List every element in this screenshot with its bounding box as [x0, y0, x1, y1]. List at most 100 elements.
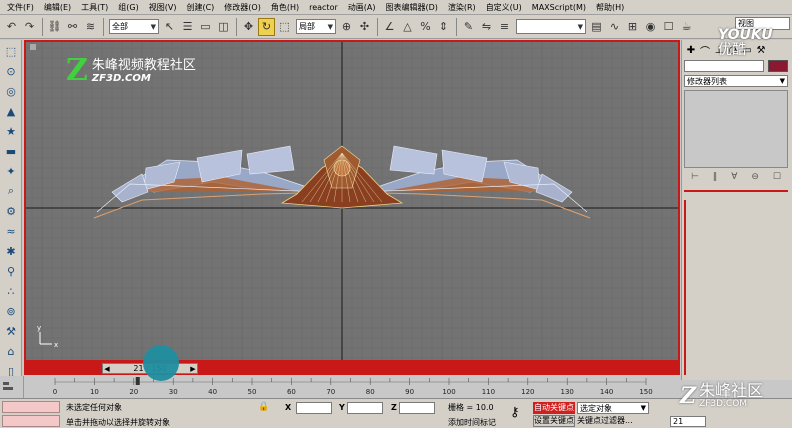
- chevron-left-icon[interactable]: ◀: [103, 365, 111, 373]
- front-viewport[interactable]: xy Z 朱峰视频教程社区 ZF3D.COM: [24, 40, 680, 362]
- toolbar-separator: [377, 17, 378, 36]
- select-move-icon[interactable]: ✥: [240, 18, 257, 36]
- menu-item-10[interactable]: 图表编辑器(D): [380, 0, 442, 14]
- rect-selection-icon[interactable]: ▭: [197, 18, 214, 36]
- chevron-right-icon[interactable]: ▶: [189, 365, 197, 373]
- menu-item-5[interactable]: 创建(C): [181, 0, 219, 14]
- modifier-list-dropdown[interactable]: 修改器列表 ▼: [684, 75, 788, 87]
- layer-manager-icon[interactable]: ▤: [588, 18, 605, 36]
- axis-y-label: y: [37, 324, 41, 332]
- create-sphere-icon[interactable]: ◎: [2, 82, 20, 100]
- key-mode-dropdown[interactable]: 选定对象 ▼: [577, 402, 649, 414]
- logo-z-mark: Z: [66, 53, 88, 88]
- pivot-center-icon[interactable]: ⊕: [338, 18, 355, 36]
- dynamics-icon[interactable]: ⊚: [2, 302, 20, 320]
- align-icon[interactable]: ≡: [496, 18, 513, 36]
- percent-snap-icon[interactable]: %: [417, 18, 434, 36]
- create-spacewarp-icon[interactable]: ≈: [2, 222, 20, 240]
- track-bar-icon[interactable]: [0, 376, 24, 398]
- track-bar[interactable]: 0 10 20 30 40 50 60 70 80 90 100 110 120 130 140 150: [24, 376, 680, 398]
- material-editor-icon[interactable]: ◉: [642, 18, 659, 36]
- axis-x-label: x: [54, 341, 58, 349]
- left-tools-panel: ⬚ ⊙ ◎ ▲ ★ ▬ ✦ ⌕ ⚙ ≈ ✱ ⚲ ∴ ⊚ ⚒ ⌂ ▯: [0, 40, 22, 380]
- lock-icon[interactable]: 🔒: [258, 402, 269, 412]
- menu-item-12[interactable]: 自定义(U): [481, 0, 527, 14]
- add-time-tag-button[interactable]: 添加时间标记: [448, 417, 496, 428]
- z-coord-input[interactable]: [399, 402, 435, 414]
- maxscript-listener-field-2[interactable]: [2, 415, 60, 427]
- set-key-button[interactable]: 设置关键点: [533, 415, 575, 427]
- x-coord-input[interactable]: [296, 402, 332, 414]
- create-helper-icon[interactable]: ⚙: [2, 202, 20, 220]
- window-crossing-icon[interactable]: ◫: [215, 18, 232, 36]
- link-icon[interactable]: ⛓: [46, 18, 63, 36]
- selection-filter-dropdown[interactable]: 全部 ▼: [109, 19, 159, 34]
- create-systems-icon[interactable]: ✱: [2, 242, 20, 260]
- auto-key-button[interactable]: 自动关键点: [533, 402, 575, 414]
- menu-item-11[interactable]: 渲染(R): [443, 0, 481, 14]
- manipulate-icon[interactable]: ✣: [356, 18, 373, 36]
- quick-render-icon[interactable]: ☕: [678, 18, 695, 36]
- key-filters-button[interactable]: 关键点过滤器...: [577, 415, 633, 426]
- maxscript-listener-field[interactable]: [2, 401, 60, 413]
- select-by-name-icon[interactable]: ☰: [179, 18, 196, 36]
- menu-item-0[interactable]: 文件(F): [2, 0, 39, 14]
- render-setup-icon[interactable]: ☐: [660, 18, 677, 36]
- create-cylinder-icon[interactable]: ⊙: [2, 62, 20, 80]
- select-rotate-icon[interactable]: ↻: [258, 17, 275, 36]
- configure-sets-icon[interactable]: ☐: [773, 172, 781, 184]
- menu-item-6[interactable]: 修改器(O): [219, 0, 266, 14]
- modify-tab-icon[interactable]: ⌒: [698, 43, 712, 58]
- remove-modifier-icon[interactable]: ⊖: [751, 172, 759, 184]
- set-key-icon[interactable]: ⚷: [510, 405, 520, 420]
- create-plane-icon[interactable]: ▬: [2, 142, 20, 160]
- select-object-icon[interactable]: ↖: [161, 18, 178, 36]
- menu-item-2[interactable]: 工具(T): [76, 0, 113, 14]
- create-star-icon[interactable]: ★: [2, 122, 20, 140]
- bind-spacewarp-icon[interactable]: ≋: [82, 18, 99, 36]
- mirror-icon[interactable]: ⇋: [478, 18, 495, 36]
- angle-snap-icon[interactable]: △: [399, 18, 416, 36]
- status-bar: 未选定任何对象 单击并拖动以选择并旋转对象 🔒 X Y Z 栅格 = 10.0 …: [0, 398, 792, 428]
- status-prompt-text: 单击并拖动以选择并旋转对象: [66, 418, 170, 427]
- particle-icon[interactable]: ∴: [2, 282, 20, 300]
- edit-named-selection-icon[interactable]: ✎: [460, 18, 477, 36]
- snap-toggle-icon[interactable]: ∠: [381, 18, 398, 36]
- spinner-snap-icon[interactable]: ⇕: [435, 18, 452, 36]
- show-end-result-icon[interactable]: ‖: [713, 172, 718, 184]
- chevron-down-icon: ▼: [150, 22, 156, 31]
- menu-item-9[interactable]: 动画(A): [343, 0, 381, 14]
- menu-item-14[interactable]: 帮助(H): [591, 0, 629, 14]
- menu-item-3[interactable]: 组(G): [113, 0, 143, 14]
- menu-item-4[interactable]: 视图(V): [144, 0, 182, 14]
- schematic-view-icon[interactable]: ⊞: [624, 18, 641, 36]
- viewport-menu-icon[interactable]: [30, 44, 36, 50]
- current-frame-input[interactable]: 21: [670, 416, 706, 427]
- menu-item-13[interactable]: MAXScript(M): [527, 0, 591, 14]
- unlink-icon[interactable]: ⚯: [64, 18, 81, 36]
- hammer-icon[interactable]: ⌂: [2, 342, 20, 360]
- menu-item-7[interactable]: 角色(H): [266, 0, 304, 14]
- named-selection-dropdown[interactable]: ▼: [516, 19, 586, 34]
- object-color-swatch[interactable]: [768, 60, 788, 72]
- curve-editor-icon[interactable]: ∿: [606, 18, 623, 36]
- create-cone-icon[interactable]: ▲: [2, 102, 20, 120]
- create-light-icon[interactable]: ✦: [2, 162, 20, 180]
- menu-item-8[interactable]: reactor: [304, 0, 343, 14]
- reference-coord-dropdown[interactable]: 局部 ▼: [296, 19, 336, 34]
- status-selection-text: 未选定任何对象: [66, 403, 122, 412]
- create-camera-icon[interactable]: ⌕: [2, 182, 20, 200]
- redo-icon[interactable]: ↷: [21, 18, 38, 36]
- object-name-field[interactable]: [684, 60, 764, 72]
- create-box-icon[interactable]: ⬚: [2, 42, 20, 60]
- modifier-stack[interactable]: [684, 90, 788, 168]
- make-unique-icon[interactable]: ∀: [731, 172, 737, 184]
- select-scale-icon[interactable]: ⬚: [276, 18, 293, 36]
- pin-stack-icon[interactable]: ⊢: [691, 172, 699, 184]
- utility-icon[interactable]: ⚒: [2, 322, 20, 340]
- bone-icon[interactable]: ⚲: [2, 262, 20, 280]
- undo-icon[interactable]: ↶: [3, 18, 20, 36]
- menu-item-1[interactable]: 编辑(E): [39, 0, 76, 14]
- create-tab-icon[interactable]: ✚: [684, 43, 698, 57]
- y-coord-input[interactable]: [347, 402, 383, 414]
